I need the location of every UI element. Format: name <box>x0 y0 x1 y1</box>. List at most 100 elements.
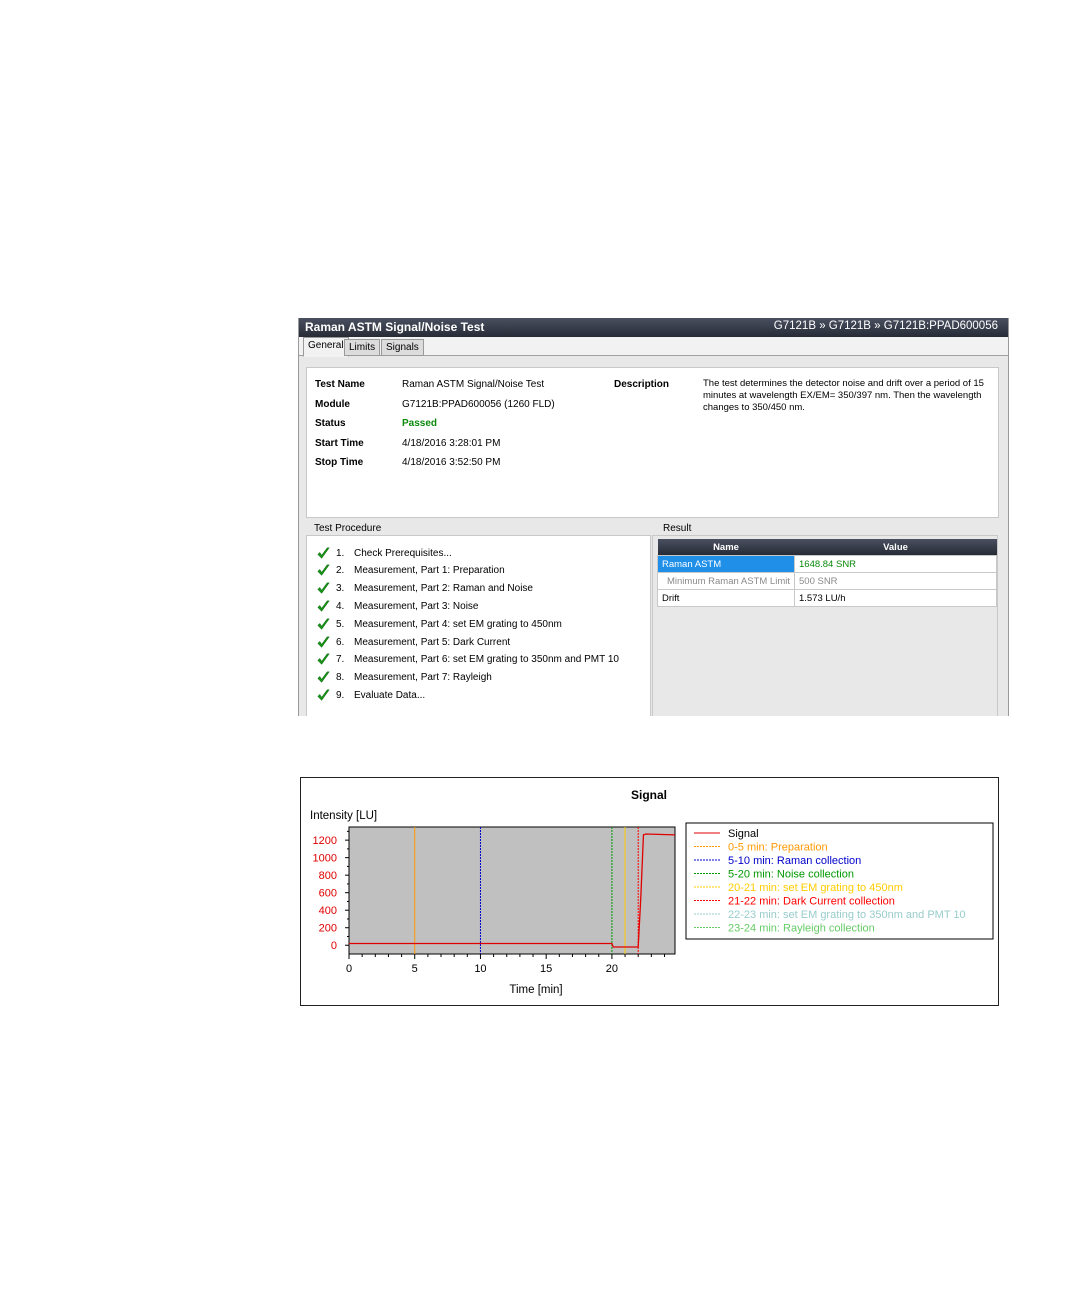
chart-canvas: SignalIntensity [LU]02004006008001000120… <box>310 788 994 996</box>
check-icon <box>317 671 330 683</box>
plot-area <box>348 826 676 955</box>
legend-label: 0-5 min: Preparation <box>728 842 828 854</box>
step-label: Measurement, Part 2: Raman and Noise <box>354 583 533 595</box>
step-label: Measurement, Part 1: Preparation <box>354 565 505 577</box>
check-icon <box>317 618 330 630</box>
step-number: 8. <box>336 672 345 684</box>
check-icon <box>317 600 330 612</box>
table-row[interactable]: Drift 1.573 LU/h <box>657 589 997 607</box>
check-icon <box>317 582 330 594</box>
result-name-cell[interactable]: Drift <box>657 589 795 607</box>
description-value: The test determines the detector noise a… <box>703 378 984 413</box>
procedure-step[interactable]: 3. Measurement, Part 2: Raman and Noise <box>317 580 533 598</box>
test-name-value: Raman ASTM Signal/Noise Test <box>402 379 545 390</box>
legend-label: 20-21 min: set EM grating to 450nm <box>728 882 903 894</box>
step-label: Measurement, Part 3: Noise <box>354 600 479 612</box>
title-bar: Raman ASTM Signal/Noise Test G7121B » G7… <box>299 318 1008 337</box>
status-label: Status <box>315 418 346 429</box>
x-tick-label: 15 <box>540 963 552 975</box>
description-label: Description <box>614 379 670 390</box>
step-number: 5. <box>336 618 345 630</box>
start-time-value: 4/18/2016 3:28:01 PM <box>402 438 501 449</box>
procedure-step[interactable]: 9. Evaluate Data... <box>317 686 425 704</box>
start-time-label: Start Time <box>315 438 364 449</box>
procedure-step[interactable]: 6. Measurement, Part 5: Dark Current <box>317 633 510 651</box>
step-label: Measurement, Part 5: Dark Current <box>354 636 511 648</box>
y-tick-label: 800 <box>319 870 337 882</box>
procedure-step[interactable]: 2. Measurement, Part 1: Preparation <box>317 562 505 580</box>
result-table: Name Value Raman ASTM 1648.84 SNR Minimu… <box>657 539 997 607</box>
step-number: 2. <box>336 565 345 577</box>
module-value: G7121B:PPAD600056 (1260 FLD) <box>402 399 555 410</box>
stop-time-label: Stop Time <box>315 457 364 468</box>
window-title: Raman ASTM Signal/Noise Test <box>305 320 485 334</box>
check-icon <box>317 689 330 701</box>
step-number: 3. <box>336 583 345 595</box>
check-icon <box>317 564 330 576</box>
result-name-cell[interactable]: Minimum Raman ASTM Limit <box>657 572 795 590</box>
legend-label: 5-20 min: Noise collection <box>728 869 854 881</box>
y-axis-label: Intensity [LU] <box>310 810 377 822</box>
tab-bar: General Limits Signals <box>299 337 1008 357</box>
step-label: Evaluate Data... <box>354 689 426 701</box>
tab-limits[interactable]: Limits <box>344 339 381 356</box>
x-tick-label: 10 <box>474 963 486 975</box>
step-number: 1. <box>336 547 345 559</box>
result-panel: Name Value Raman ASTM 1648.84 SNR Minimu… <box>652 535 998 716</box>
y-tick-label: 600 <box>319 888 337 900</box>
legend-label: Signal <box>728 828 759 840</box>
step-label: Measurement, Part 7: Rayleigh <box>354 672 492 684</box>
result-col-value[interactable]: Value <box>794 539 997 556</box>
step-number: 7. <box>336 654 345 666</box>
module-label: Module <box>315 399 350 410</box>
stop-time-value: 4/18/2016 3:52:50 PM <box>402 457 501 468</box>
result-value-cell[interactable]: 1648.84 SNR <box>794 555 997 573</box>
y-tick-label: 1200 <box>313 835 337 847</box>
test-window: Raman ASTM Signal/Noise Test G7121B » G7… <box>298 318 1009 716</box>
step-number: 9. <box>336 689 345 701</box>
legend-label: 21-22 min: Dark Current collection <box>728 896 895 908</box>
signal-chart: Signal Intensity [LU] 0 200 400 600 800 1000 120… <box>300 777 999 1006</box>
x-axis-label: Time [min] <box>509 984 562 996</box>
legend-label: 5-10 min: Raman collection <box>728 855 861 867</box>
tab-general[interactable]: General <box>303 337 349 357</box>
step-label: Measurement, Part 6: set EM grating to 3… <box>354 654 619 666</box>
x-tick-label: 0 <box>346 963 352 975</box>
result-col-name[interactable]: Name <box>657 539 795 556</box>
y-tick-label: 400 <box>319 905 337 917</box>
x-tick-label: 20 <box>606 963 618 975</box>
table-row[interactable]: Minimum Raman ASTM Limit 500 SNR <box>657 572 997 590</box>
step-number: 4. <box>336 600 345 612</box>
test-procedure-list: 1. Check Prerequisites... 2. Measurement, P… <box>306 535 651 716</box>
step-label: Check Prerequisites... <box>354 547 452 559</box>
procedure-step[interactable]: 4. Measurement, Part 3: Noise <box>317 597 479 615</box>
general-info-panel: Test Name Raman ASTM Signal/Noise Test M… <box>306 367 999 518</box>
check-icon <box>317 547 330 559</box>
y-tick-label: 1000 <box>313 853 337 865</box>
procedure-step[interactable]: 5. Measurement, Part 4: set EM grating to… <box>317 615 562 633</box>
y-tick-label: 0 <box>331 940 337 952</box>
breadcrumb: G7121B » G7121B » G7121B:PPAD600056 <box>773 320 998 332</box>
procedure-step[interactable]: 7. Measurement, Part 6: set EM grating to… <box>317 651 619 669</box>
check-icon <box>317 653 330 665</box>
procedure-step[interactable]: 8. Measurement, Part 7: Rayleigh <box>317 669 492 687</box>
procedure-step[interactable]: 1. Check Prerequisites... <box>317 544 452 562</box>
legend-label: 23-24 min: Rayleigh collection <box>728 923 875 935</box>
result-value-cell[interactable]: 500 SNR <box>794 572 997 590</box>
result-title: Result <box>663 523 692 534</box>
y-tick-label: 200 <box>319 923 337 935</box>
check-icon <box>317 636 330 648</box>
status-value: Passed <box>402 418 438 429</box>
test-name-label: Test Name <box>315 379 365 390</box>
tab-signals[interactable]: Signals <box>381 339 424 356</box>
step-number: 6. <box>336 636 345 648</box>
result-header-row: Name Value <box>657 539 997 556</box>
x-tick-label: 5 <box>412 963 418 975</box>
chart-title: Signal <box>631 788 667 802</box>
step-label: Measurement, Part 4: set EM grating to 4… <box>354 618 562 630</box>
result-name-cell[interactable]: Raman ASTM <box>657 555 795 573</box>
legend-label: 22-23 min: set EM grating to 350nm and P… <box>728 909 966 921</box>
table-row[interactable]: Raman ASTM 1648.84 SNR <box>657 555 997 573</box>
result-value-cell[interactable]: 1.573 LU/h <box>794 589 997 607</box>
procedure-title: Test Procedure <box>314 523 382 534</box>
